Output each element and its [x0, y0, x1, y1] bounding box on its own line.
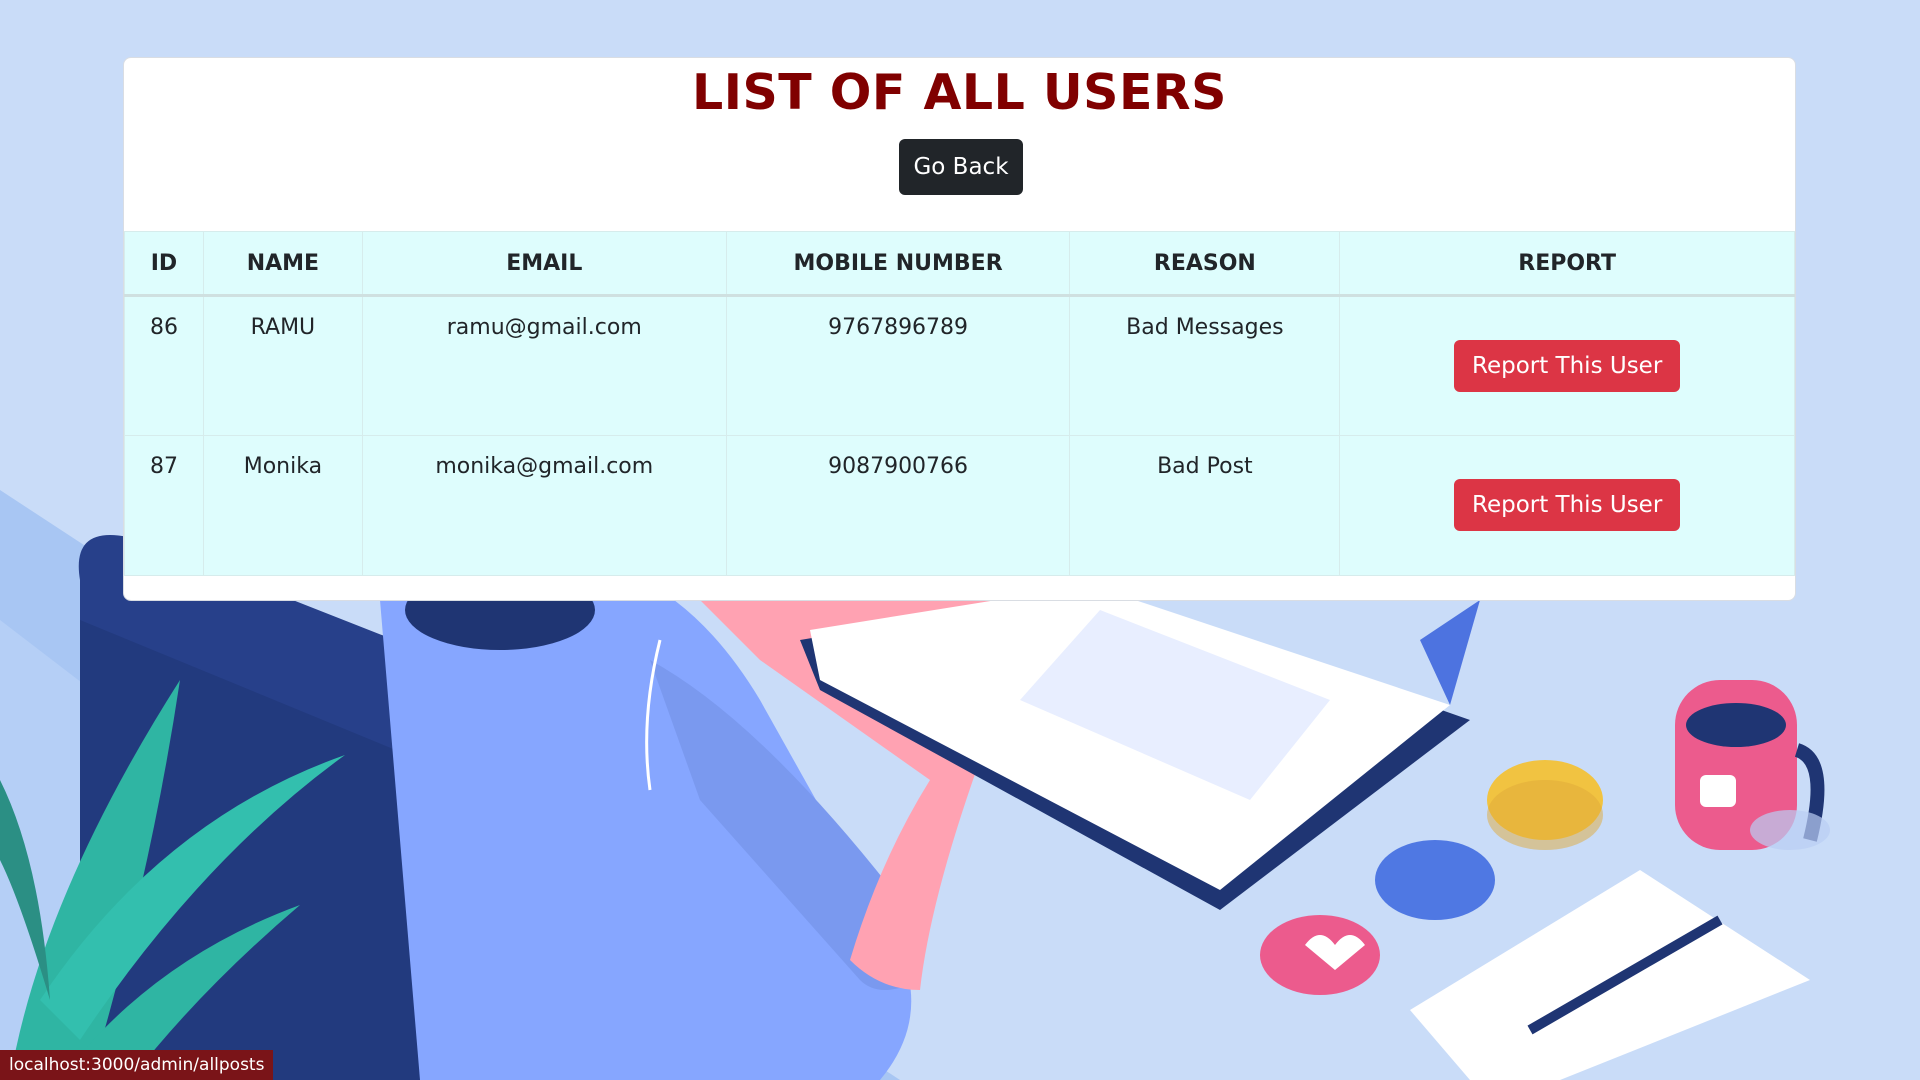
report-user-button[interactable]: Report This User	[1454, 339, 1681, 392]
users-table: ID NAME EMAIL MOBILE NUMBER REASON REPOR…	[124, 231, 1795, 576]
user-reason-cell: Bad Post	[1069, 435, 1341, 576]
table-row: 87 Monika monika@gmail.com 9087900766 Ba…	[124, 435, 1795, 576]
user-id-cell: 87	[124, 435, 204, 576]
column-header-id: ID	[124, 231, 204, 297]
user-mobile-cell: 9767896789	[725, 295, 1071, 436]
user-id-cell: 86	[124, 295, 204, 436]
user-mobile-cell: 9087900766	[725, 435, 1071, 576]
user-reason-cell: Bad Messages	[1069, 295, 1341, 436]
column-header-name: NAME	[202, 231, 363, 297]
column-header-report: REPORT	[1339, 231, 1795, 297]
user-name-cell: Monika	[202, 435, 363, 576]
link-status-bar: localhost:3000/admin/allposts	[0, 1050, 274, 1080]
column-header-mobile: MOBILE NUMBER	[725, 231, 1071, 297]
user-email-cell: ramu@gmail.com	[361, 295, 727, 436]
report-cell: Report This User	[1339, 435, 1795, 576]
user-email-cell: monika@gmail.com	[361, 435, 727, 576]
page-title: LIST OF ALL USERS	[692, 64, 1227, 121]
table-row: 86 RAMU ramu@gmail.com 9767896789 Bad Me…	[124, 295, 1795, 436]
user-name-cell: RAMU	[202, 295, 363, 436]
report-cell: Report This User	[1339, 295, 1795, 436]
column-header-email: EMAIL	[361, 231, 727, 297]
report-user-button[interactable]: Report This User	[1454, 479, 1681, 531]
users-card: LIST OF ALL USERS Go Back ID NAME EMAIL …	[123, 57, 1796, 601]
go-back-button[interactable]: Go Back	[899, 139, 1023, 195]
column-header-reason: REASON	[1069, 231, 1341, 297]
table-header-row: ID NAME EMAIL MOBILE NUMBER REASON REPOR…	[124, 231, 1795, 297]
